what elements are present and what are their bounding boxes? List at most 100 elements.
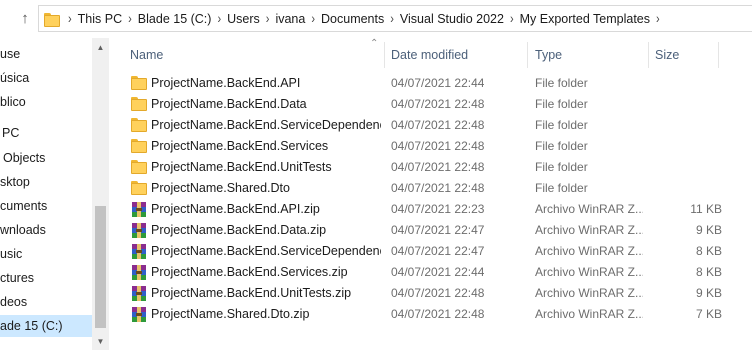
folder-icon — [131, 181, 147, 196]
file-type: Archivo WinRAR Z... — [535, 202, 643, 216]
nav-item-desktop[interactable]: sktop — [0, 171, 30, 193]
nav-item-blade-drive[interactable]: ade 15 (C:) — [0, 315, 92, 337]
file-date-modified: 04/07/2021 22:47 — [391, 223, 485, 237]
file-size: 7 KB — [695, 307, 722, 321]
file-name: ProjectName.BackEnd.Data.zip — [151, 223, 327, 237]
breadcrumb-user[interactable]: ivana — [275, 12, 305, 26]
file-date-modified: 04/07/2021 22:48 — [391, 286, 485, 300]
scroll-up-arrow-icon[interactable]: ▲ — [92, 40, 109, 56]
file-name: ProjectName.BackEnd.ServiceDependenc... — [151, 118, 381, 132]
file-type: File folder — [535, 118, 588, 132]
file-size — [650, 73, 722, 94]
breadcrumb-drive[interactable]: Blade 15 (C:) — [138, 12, 212, 26]
file-name: ProjectName.BackEnd.UnitTests.zip — [151, 286, 352, 300]
file-name: ProjectName.BackEnd.API — [151, 76, 301, 90]
file-size — [650, 157, 722, 178]
file-date-modified: 04/07/2021 22:44 — [391, 76, 485, 90]
file-size — [650, 136, 722, 157]
file-name: ProjectName.Shared.Dto — [151, 181, 290, 195]
chevron-right-icon[interactable]: › — [305, 11, 321, 26]
nav-item-music[interactable]: usic — [0, 243, 22, 265]
column-header-date-modified[interactable]: Date modified — [383, 38, 526, 70]
folder-icon — [131, 139, 147, 154]
nav-item-house[interactable]: use — [0, 43, 20, 65]
file-type: File folder — [535, 181, 588, 195]
file-date-modified: 04/07/2021 22:48 — [391, 181, 485, 195]
file-type: Archivo WinRAR Z... — [535, 265, 643, 279]
file-size: 11 KB — [690, 202, 722, 216]
file-row[interactable]: ProjectName.BackEnd.API.zip 04/07/2021 2… — [120, 199, 752, 220]
up-arrow-icon[interactable]: ↑ — [14, 8, 36, 30]
nav-item-publico[interactable]: blico — [0, 91, 26, 113]
column-divider[interactable] — [718, 42, 719, 68]
navigation-pane-scrollbar[interactable]: ▲ ▼ — [92, 38, 109, 350]
column-header-size[interactable]: Size — [647, 38, 717, 70]
navigation-pane: use úsica blico PC Objects sktop cuments… — [0, 38, 92, 350]
nav-item-3d-objects[interactable]: Objects — [3, 147, 45, 169]
file-date-modified: 04/07/2021 22:48 — [391, 97, 485, 111]
file-row[interactable]: ProjectName.BackEnd.Data 04/07/2021 22:4… — [120, 94, 752, 115]
address-bar[interactable]: › This PC › Blade 15 (C:) › Users › ivan… — [38, 5, 752, 32]
file-row[interactable]: ProjectName.BackEnd.Data.zip 04/07/2021 … — [120, 220, 752, 241]
chevron-right-icon[interactable]: › — [650, 11, 666, 26]
nav-item-downloads[interactable]: wnloads — [0, 219, 46, 241]
chevron-right-icon[interactable]: › — [62, 11, 78, 26]
chevron-right-icon[interactable]: › — [260, 11, 276, 26]
breadcrumb-documents[interactable]: Documents — [321, 12, 384, 26]
scroll-down-arrow-icon[interactable]: ▼ — [92, 334, 109, 350]
file-date-modified: 04/07/2021 22:48 — [391, 307, 485, 321]
file-row[interactable]: ProjectName.BackEnd.UnitTests.zip 04/07/… — [120, 283, 752, 304]
file-row[interactable]: ProjectName.Shared.Dto.zip 04/07/2021 22… — [120, 304, 752, 325]
file-date-modified: 04/07/2021 22:47 — [391, 244, 485, 258]
column-header-type[interactable]: Type — [527, 38, 647, 70]
file-date-modified: 04/07/2021 22:48 — [391, 118, 485, 132]
folder-icon — [44, 12, 60, 27]
file-type: File folder — [535, 139, 588, 153]
file-name: ProjectName.BackEnd.API.zip — [151, 202, 320, 216]
file-date-modified: 04/07/2021 22:48 — [391, 139, 485, 153]
column-header-row: ⌃ Name Date modified Type Size — [120, 38, 752, 70]
file-date-modified: 04/07/2021 22:48 — [391, 160, 485, 174]
breadcrumb-this-pc[interactable]: This PC — [78, 12, 122, 26]
file-name: ProjectName.BackEnd.Services — [151, 139, 329, 153]
file-row[interactable]: ProjectName.BackEnd.UnitTests 04/07/2021… — [120, 157, 752, 178]
breadcrumb-users[interactable]: Users — [227, 12, 260, 26]
winrar-archive-icon — [131, 223, 147, 238]
file-row[interactable]: ProjectName.BackEnd.ServiceDependenc... … — [120, 241, 752, 262]
file-date-modified: 04/07/2021 22:44 — [391, 265, 485, 279]
nav-item-videos[interactable]: deos — [0, 291, 27, 313]
chevron-right-icon[interactable]: › — [122, 11, 138, 26]
file-type: Archivo WinRAR Z... — [535, 244, 643, 258]
chevron-right-icon[interactable]: › — [384, 11, 400, 26]
file-type: Archivo WinRAR Z... — [535, 223, 643, 237]
file-size — [650, 178, 722, 199]
file-type: File folder — [535, 97, 588, 111]
address-bar-row: ↑ › This PC › Blade 15 (C:) › Users › iv… — [0, 0, 752, 38]
file-size: 8 KB — [695, 244, 722, 258]
nav-item-pictures[interactable]: ctures — [0, 267, 34, 289]
file-row[interactable]: ProjectName.BackEnd.API 04/07/2021 22:44… — [120, 73, 752, 94]
file-type: File folder — [535, 160, 588, 174]
scrollbar-thumb[interactable] — [95, 206, 106, 328]
nav-item-documents[interactable]: cuments — [0, 195, 47, 217]
file-name: ProjectName.Shared.Dto.zip — [151, 307, 310, 321]
file-row[interactable]: ProjectName.BackEnd.Services.zip 04/07/2… — [120, 262, 752, 283]
file-name: ProjectName.BackEnd.ServiceDependenc... — [151, 244, 381, 258]
file-size — [650, 94, 722, 115]
file-row[interactable]: ProjectName.Shared.Dto 04/07/2021 22:48 … — [120, 178, 752, 199]
breadcrumb-current-folder[interactable]: My Exported Templates — [520, 12, 650, 26]
chevron-right-icon[interactable]: › — [211, 11, 227, 26]
nav-item-this-pc[interactable]: PC — [2, 122, 19, 144]
file-row[interactable]: ProjectName.BackEnd.Services 04/07/2021 … — [120, 136, 752, 157]
breadcrumb-visual-studio[interactable]: Visual Studio 2022 — [400, 12, 504, 26]
folder-icon — [131, 76, 147, 91]
folder-icon — [131, 160, 147, 175]
file-name: ProjectName.BackEnd.Data — [151, 97, 307, 111]
column-header-name[interactable]: Name — [122, 38, 384, 70]
file-size: 9 KB — [695, 223, 722, 237]
file-row[interactable]: ProjectName.BackEnd.ServiceDependenc... … — [120, 115, 752, 136]
file-type: Archivo WinRAR Z... — [535, 307, 643, 321]
nav-item-musica[interactable]: úsica — [0, 67, 29, 89]
file-name: ProjectName.BackEnd.UnitTests — [151, 160, 332, 174]
chevron-right-icon[interactable]: › — [504, 11, 520, 26]
